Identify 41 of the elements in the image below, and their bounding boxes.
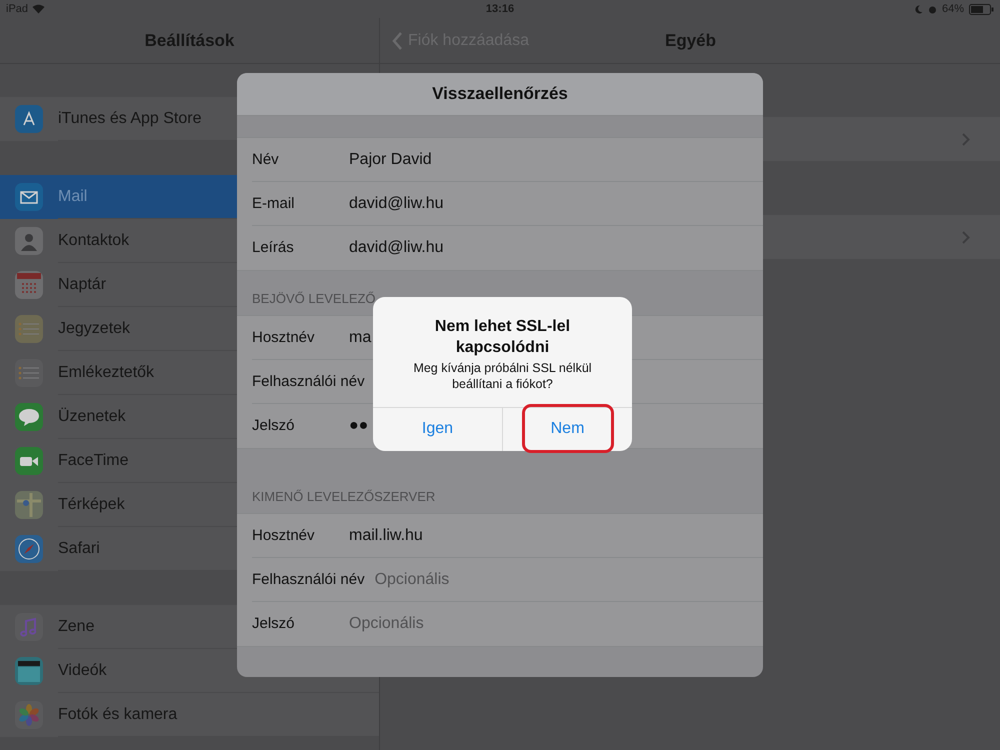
alert-button[interactable]: Nem: [522, 404, 614, 453]
calendar-icon: [15, 271, 43, 299]
field-label: Hosztnév: [252, 328, 316, 348]
field-label: Felhasználói név: [252, 372, 365, 392]
alert-button[interactable]: Igen: [392, 404, 484, 453]
sheet-title: Visszaellenőrzés: [432, 83, 568, 106]
list-icon: [15, 315, 43, 343]
field-label: Jelszó: [252, 614, 296, 634]
alarm-clock-icon: [928, 4, 937, 14]
back-chevron-icon: [392, 32, 403, 50]
speech-bubble-icon: [15, 403, 43, 431]
clapperboard-icon: [15, 657, 43, 685]
app-store-icon: [15, 105, 43, 133]
field-label: E-mail: [252, 194, 296, 214]
alert-message: Meg kívánja próbálni SSL nélkül beállítani a fiókot?: [412, 360, 593, 392]
wifi-icon: [32, 4, 46, 14]
field-label: Jelszó: [252, 416, 296, 436]
field-label: Hosztnév: [252, 526, 316, 546]
map-icon: [15, 491, 43, 519]
flower-icon: [15, 701, 43, 729]
chevron-icon: [962, 132, 970, 146]
battery-icon: [968, 4, 994, 14]
detail-title: Egyéb: [665, 30, 716, 52]
alert-title: Nem lehet SSL-lel kapcsolódni: [434, 317, 572, 358]
section-header: BEJÖVŐ LEVELEZŐ: [252, 290, 376, 308]
envelope-icon: [15, 183, 43, 211]
field-value[interactable]: ma: [349, 326, 372, 350]
field-label: Név: [252, 150, 280, 170]
music-note-icon: [15, 613, 43, 641]
sidebar-item[interactable]: Fotók és kamera: [0, 693, 379, 737]
moon-icon: [914, 4, 923, 14]
chevron-icon: [962, 230, 970, 244]
sidebar-title: Beállítások: [144, 30, 234, 52]
field-label: Felhasználói név: [252, 570, 365, 590]
person-icon: [15, 227, 43, 255]
field-value[interactable]: Pajor David: [349, 148, 432, 172]
compass-icon: [15, 535, 43, 563]
video-camera-icon: [15, 447, 43, 475]
field-value[interactable]: ●●: [349, 414, 368, 438]
list-icon: [15, 359, 43, 387]
field-label: Leírás: [252, 238, 295, 258]
